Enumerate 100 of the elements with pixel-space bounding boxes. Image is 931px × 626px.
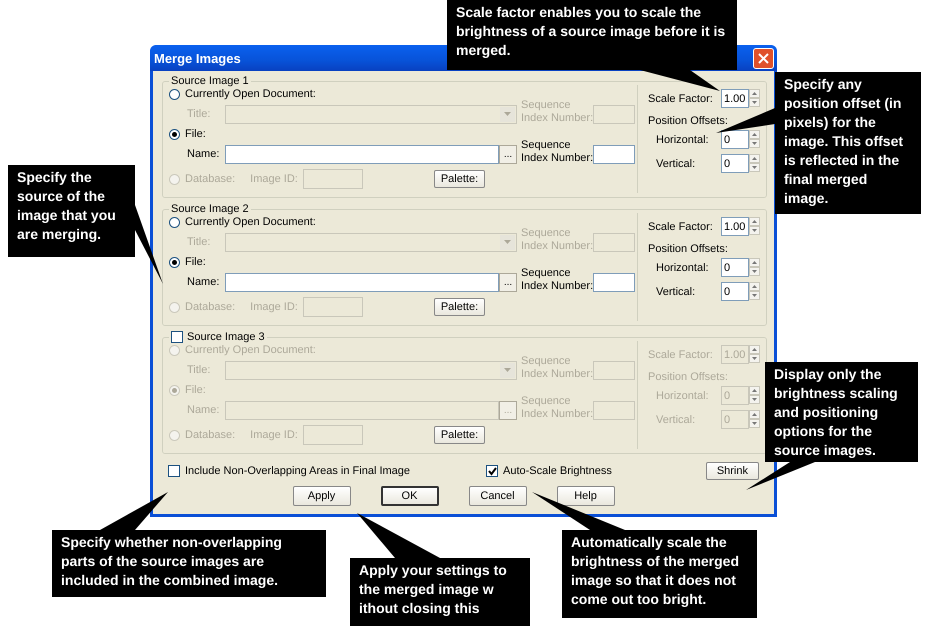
checkbox-label: Include Non-Overlapping Areas in Final Image (185, 465, 410, 477)
radio-label: Database: (185, 173, 236, 185)
field-label: Title: (186, 364, 212, 376)
field-label: Vertical: (656, 158, 696, 170)
up-arrow-icon (752, 157, 757, 160)
input-field[interactable] (225, 144, 499, 164)
close-icon (758, 52, 769, 64)
input-field[interactable] (593, 272, 635, 292)
spin-up-button[interactable] (749, 89, 760, 98)
browse-button[interactable]: ... (499, 144, 517, 164)
spin-up-button[interactable] (749, 410, 760, 419)
input-field[interactable]: 0 (721, 282, 749, 301)
spin-up-button[interactable] (749, 258, 760, 267)
field-label: Title: (186, 236, 212, 248)
field-label: Sequence Index Number: (520, 395, 594, 421)
spin-up-button[interactable] (749, 345, 760, 354)
field-label: Vertical: (656, 414, 696, 426)
spin-down-button[interactable] (749, 354, 760, 363)
group-title: Source Image 3 (187, 331, 265, 343)
input-field[interactable] (593, 104, 635, 124)
input-field[interactable] (593, 360, 635, 380)
field-label: Image ID: (250, 173, 298, 185)
radio-label: File: (185, 384, 206, 396)
callout-pointer (100, 492, 168, 530)
input-field[interactable]: 1.00 (721, 89, 749, 108)
dialog-button[interactable]: Apply (292, 486, 350, 506)
field-label: Name: (186, 148, 220, 160)
field-label: Sequence Index Number: (520, 99, 594, 125)
spin-up-button[interactable] (749, 154, 760, 163)
spin-up-button[interactable] (749, 217, 760, 226)
input-field[interactable]: 1.00 (721, 217, 749, 236)
radio-button[interactable] (169, 216, 180, 228)
field-label: Scale Factor: (648, 348, 713, 360)
checkbox[interactable] (486, 465, 498, 477)
up-arrow-icon (752, 389, 757, 392)
group-title: Source Image 1 (171, 75, 249, 87)
checkbox-label: Auto-Scale Brightness (503, 465, 612, 477)
input-field[interactable] (302, 297, 363, 317)
input-field[interactable] (225, 272, 499, 292)
spin-down-button[interactable] (749, 291, 760, 300)
field-label: Image ID: (250, 429, 298, 441)
input-field[interactable] (593, 400, 635, 420)
check-icon (488, 466, 497, 476)
radio-label: File: (185, 256, 206, 268)
radio-label: Currently Open Document: (185, 216, 316, 228)
radio-button[interactable] (169, 128, 180, 140)
up-arrow-icon (752, 413, 757, 416)
field-label: Scale Factor: (648, 220, 713, 232)
radio-label: Database: (185, 301, 236, 313)
dialog-button[interactable]: Help (556, 486, 614, 506)
input-field[interactable]: 0 (721, 258, 749, 277)
palette-button[interactable]: Palette: (434, 426, 486, 444)
checkbox[interactable] (168, 465, 180, 477)
input-field[interactable] (302, 425, 363, 445)
palette-button[interactable]: Palette: (434, 170, 486, 188)
spin-up-button[interactable] (749, 130, 760, 139)
down-arrow-icon (752, 398, 757, 401)
section-label: Position Offsets: (648, 115, 729, 127)
spin-down-button[interactable] (749, 226, 760, 235)
callout-pointer (746, 462, 815, 490)
input-field[interactable] (593, 232, 635, 252)
close-button[interactable] (753, 48, 774, 68)
spin-down-button[interactable] (749, 98, 760, 107)
spin-down-button[interactable] (749, 395, 760, 404)
callout-text: Specify any position offset (in pixels) for the image. This offset is reflected in the final merged image. (775, 72, 921, 214)
field-label: Sequence Index Number: (520, 227, 594, 253)
up-arrow-icon (752, 220, 757, 223)
input-field[interactable] (225, 400, 499, 420)
field-label: Sequence Index Number: (520, 139, 594, 165)
input-field[interactable]: 0 (721, 130, 749, 149)
window-title: Merge Images (154, 50, 241, 66)
spin-down-button[interactable] (749, 267, 760, 276)
radio-label: File: (185, 128, 206, 140)
field-label: Name: (186, 404, 220, 416)
spin-down-button[interactable] (749, 139, 760, 148)
field-label: Horizontal: (656, 262, 709, 274)
spin-up-button[interactable] (749, 282, 760, 291)
checkbox[interactable] (171, 331, 183, 343)
radio-label: Database: (185, 429, 236, 441)
down-arrow-icon (752, 101, 757, 104)
down-arrow-icon (752, 357, 757, 360)
field-label: Name: (186, 276, 220, 288)
dialog-button[interactable]: Cancel (468, 486, 526, 506)
spin-down-button[interactable] (749, 419, 760, 428)
spin-up-button[interactable] (749, 386, 760, 395)
radio-button[interactable] (169, 88, 180, 100)
input-field[interactable]: 0 (721, 154, 749, 173)
dialog-button[interactable]: OK (380, 486, 438, 506)
field-label: Horizontal: (656, 134, 709, 146)
input-field[interactable] (593, 144, 635, 164)
section-label: Position Offsets: (648, 371, 729, 383)
field-label: Horizontal: (656, 390, 709, 402)
field-label: Vertical: (656, 286, 696, 298)
input-field[interactable] (302, 169, 363, 189)
palette-button[interactable]: Palette: (434, 298, 486, 316)
browse-button[interactable]: ... (499, 272, 517, 292)
radio-button[interactable] (169, 256, 180, 268)
shrink-button[interactable]: Shrink (706, 462, 759, 480)
group-title: Source Image 2 (171, 203, 249, 215)
spin-down-button[interactable] (749, 163, 760, 172)
